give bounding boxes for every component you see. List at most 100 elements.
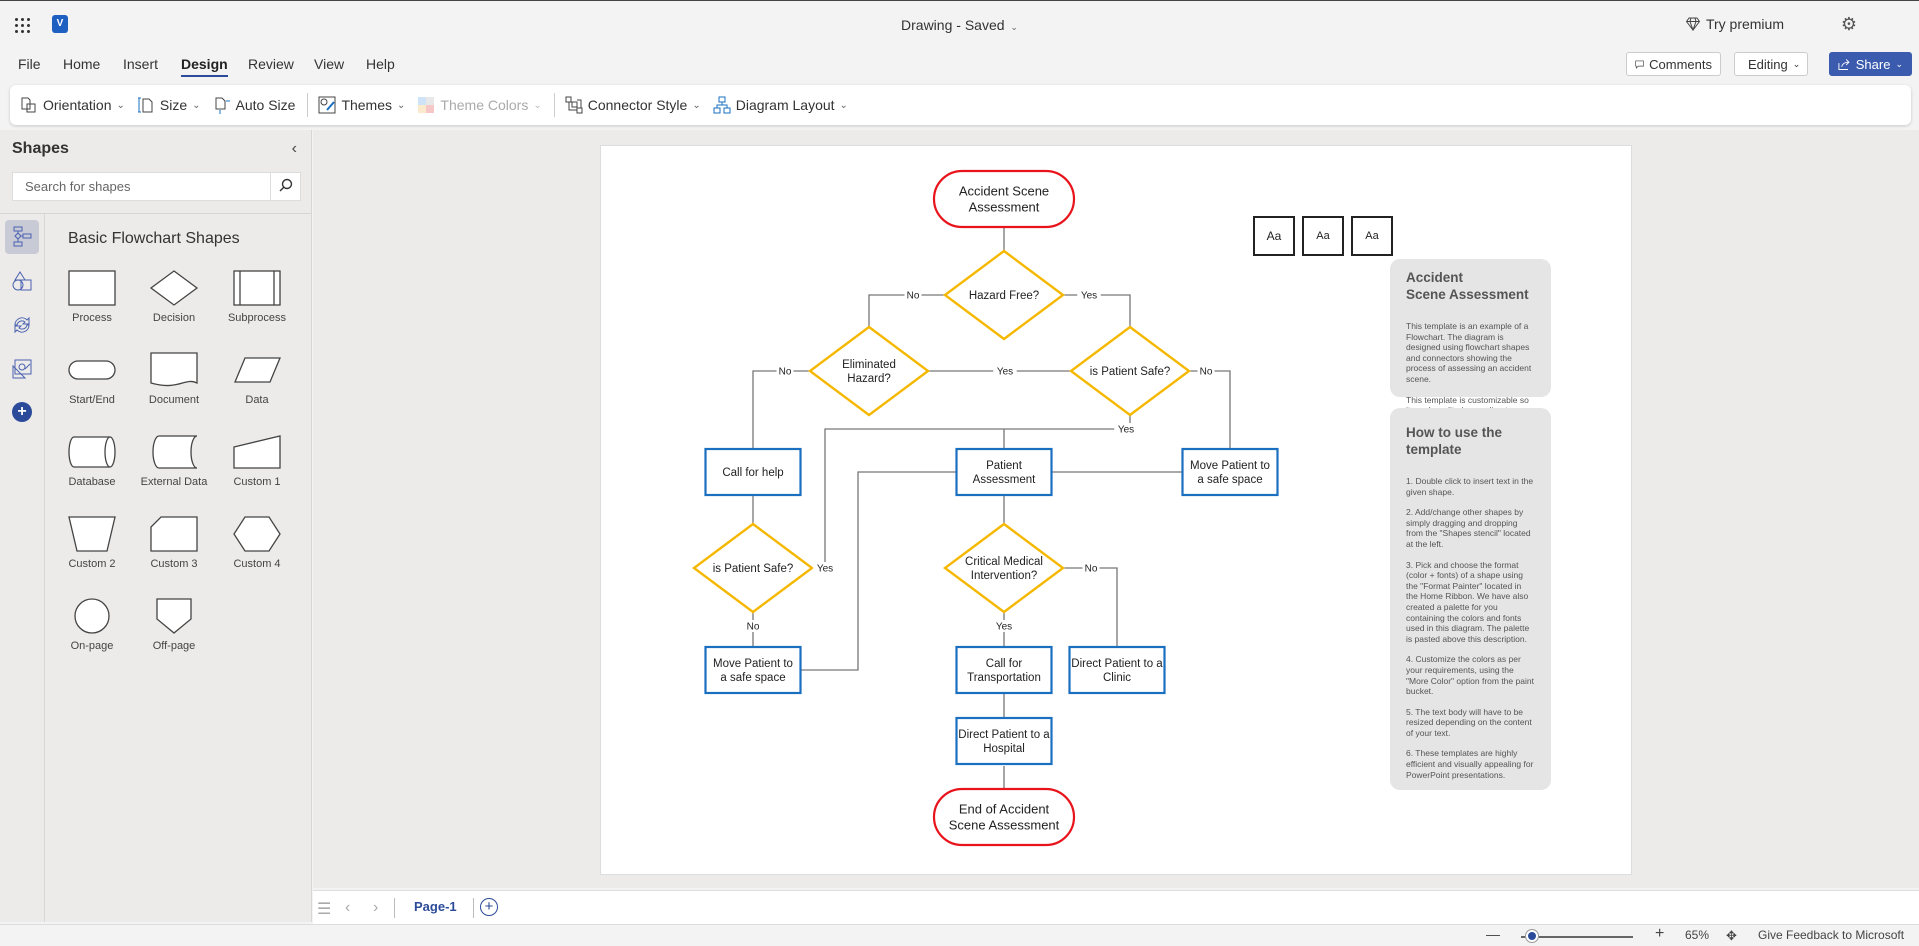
drawing-page[interactable]: Accident Scene Assessment Hazard Free? Elim…: [600, 145, 1632, 875]
call-for-help-node[interactable]: Call for help: [704, 447, 802, 497]
collapse-panel-icon[interactable]: ‹: [292, 140, 297, 158]
move-patient-right-node[interactable]: Move Patient to a safe space: [1181, 447, 1279, 497]
shape-on-page[interactable]: On-page: [52, 598, 132, 678]
process-shape: [1181, 447, 1279, 497]
shape-start-end[interactable]: Start/End: [52, 352, 132, 432]
how-to-card[interactable]: How to use the template 1. Double click …: [1390, 408, 1551, 790]
how-to-step: 5. The text body will have to be resized…: [1406, 706, 1532, 738]
previous-page-icon[interactable]: ‹: [345, 899, 350, 917]
eliminated-hazard-decision[interactable]: Eliminated Hazard?: [807, 325, 931, 417]
drawing-canvas[interactable]: Accident Scene Assessment Hazard Free? Elim…: [313, 130, 1919, 888]
node-text: Clinic: [1103, 672, 1131, 684]
patient-safe-decision-2[interactable]: is Patient Safe?: [691, 522, 815, 614]
document-title[interactable]: Drawing - Saved ⌄: [0, 17, 1919, 33]
basic-flowchart-stencil-button[interactable]: [5, 220, 39, 254]
connector-label: Yes: [997, 367, 1013, 378]
connector-line[interactable]: [1063, 567, 1118, 646]
connector-style-icon: [565, 96, 583, 114]
shapes-search-input[interactable]: Search for shapes: [12, 172, 301, 201]
shape-database[interactable]: Database: [52, 434, 132, 514]
terminator-shape-icon: [68, 360, 116, 380]
description-card[interactable]: Accident Scene Assessment This template …: [1390, 259, 1551, 426]
menu-insert[interactable]: Insert: [123, 56, 158, 72]
zoom-slider-thumb[interactable]: [1526, 930, 1539, 942]
document-shape-icon: [150, 352, 198, 387]
document-name: Drawing: [901, 17, 953, 33]
connector-style-button[interactable]: Connector Style ⌄: [565, 85, 701, 125]
shape-custom-4[interactable]: Custom 4: [217, 516, 297, 596]
how-to-card-title: How to use the template: [1406, 425, 1503, 457]
auto-size-button[interactable]: Auto Size: [213, 85, 295, 125]
hospital-node[interactable]: Direct Patient to a Hospital: [955, 716, 1053, 766]
node-text: Patient: [986, 460, 1023, 472]
move-patient-left-node[interactable]: Move Patient to a safe space: [704, 645, 802, 695]
menu-help[interactable]: Help: [366, 56, 395, 72]
flowchart-nodes: Accident Scene Assessment Hazard Free? Elim…: [691, 169, 1279, 847]
menu-view[interactable]: View: [314, 56, 344, 72]
connector-style-label: Connector Style: [587, 97, 688, 113]
themes-label: Themes: [341, 97, 393, 113]
palette-swatch-blue[interactable]: Aa: [1351, 216, 1393, 256]
call-transport-node[interactable]: Call for Transportation: [955, 645, 1053, 695]
add-stencil-button[interactable]: +: [12, 402, 32, 422]
connector-line[interactable]: [752, 370, 809, 449]
shape-process[interactable]: Process: [52, 270, 132, 350]
menu-design[interactable]: Design: [181, 56, 228, 77]
stencil-rail: +: [0, 214, 45, 922]
give-feedback-link[interactable]: Give Feedback to Microsoft: [1758, 928, 1904, 942]
themes-button[interactable]: Themes ⌄: [318, 85, 405, 125]
next-page-icon[interactable]: ›: [373, 899, 378, 917]
patient-assessment-node[interactable]: Patient Assessment: [955, 447, 1053, 497]
share-button[interactable]: Share ⌄: [1829, 52, 1912, 76]
menu-review[interactable]: Review: [248, 56, 294, 72]
diagram-layout-button[interactable]: Diagram Layout ⌄: [713, 85, 848, 125]
connector-line[interactable]: [1189, 370, 1231, 449]
menu-home[interactable]: Home: [63, 56, 100, 72]
how-to-step: 4. Customize the colors as per your requ…: [1406, 654, 1534, 697]
settings-gear-icon[interactable]: ⚙: [1841, 14, 1857, 35]
shape-custom-2[interactable]: Custom 2: [52, 516, 132, 596]
all-pages-menu-icon[interactable]: ☰: [317, 899, 331, 919]
shape-document[interactable]: Document: [134, 352, 214, 432]
size-button[interactable]: Size ⌄: [137, 85, 201, 125]
shape-off-page[interactable]: Off-page: [134, 598, 214, 678]
page-tab-1[interactable]: Page-1: [414, 899, 457, 914]
zoom-out-button[interactable]: —: [1486, 926, 1500, 942]
palette-sample-text: Aa: [1266, 229, 1282, 243]
description-card-title: Accident Scene Assessment: [1406, 270, 1529, 302]
shape-subprocess[interactable]: Subprocess: [217, 270, 297, 350]
zoom-percent[interactable]: 65%: [1685, 928, 1709, 942]
palette-swatch-red[interactable]: Aa: [1253, 216, 1295, 256]
node-text: Eliminated: [842, 359, 896, 371]
cycle-stencil-button[interactable]: [5, 308, 39, 342]
end-node[interactable]: End of Accident Scene Assessment: [932, 787, 1076, 847]
orientation-button[interactable]: Orientation ⌄: [20, 85, 125, 125]
start-node[interactable]: Accident Scene Assessment: [932, 169, 1076, 229]
critical-intervention-decision[interactable]: Critical Medical Intervention?: [942, 522, 1066, 614]
add-page-button[interactable]: +: [480, 898, 498, 916]
try-premium-button[interactable]: Try premium: [1685, 16, 1784, 32]
hazard-free-decision[interactable]: Hazard Free?: [942, 249, 1066, 341]
connector-label: No: [1200, 367, 1213, 378]
connector-label: No: [907, 291, 920, 302]
clinic-node[interactable]: Direct Patient to a Clinic: [1068, 645, 1166, 695]
shape-data[interactable]: Data: [217, 352, 297, 432]
diagram-layout-icon: [713, 96, 731, 114]
shape-decision[interactable]: Decision: [134, 270, 214, 350]
zoom-in-button[interactable]: +: [1655, 925, 1664, 943]
design-ribbon: Orientation ⌄ Size ⌄ Auto Size Themes ⌄ The…: [10, 85, 1911, 125]
panel-divider: [0, 213, 312, 214]
decision-shape: [942, 522, 1066, 614]
search-button[interactable]: [270, 173, 300, 200]
shape-custom-1[interactable]: Custom 1: [217, 434, 297, 514]
editing-button[interactable]: Editing ⌄: [1734, 52, 1808, 76]
basic-shapes-stencil-button[interactable]: [5, 264, 39, 298]
patient-safe-decision-1[interactable]: is Patient Safe?: [1068, 325, 1192, 417]
comments-button[interactable]: Comments: [1626, 52, 1721, 76]
palette-swatch-yellow[interactable]: Aa: [1302, 216, 1344, 256]
drafting-stencil-button[interactable]: [5, 352, 39, 386]
shape-custom-3[interactable]: Custom 3: [134, 516, 214, 596]
menu-file[interactable]: File: [18, 56, 41, 72]
shape-external-data[interactable]: External Data: [134, 434, 214, 514]
fit-to-window-icon[interactable]: ✥: [1726, 928, 1737, 944]
